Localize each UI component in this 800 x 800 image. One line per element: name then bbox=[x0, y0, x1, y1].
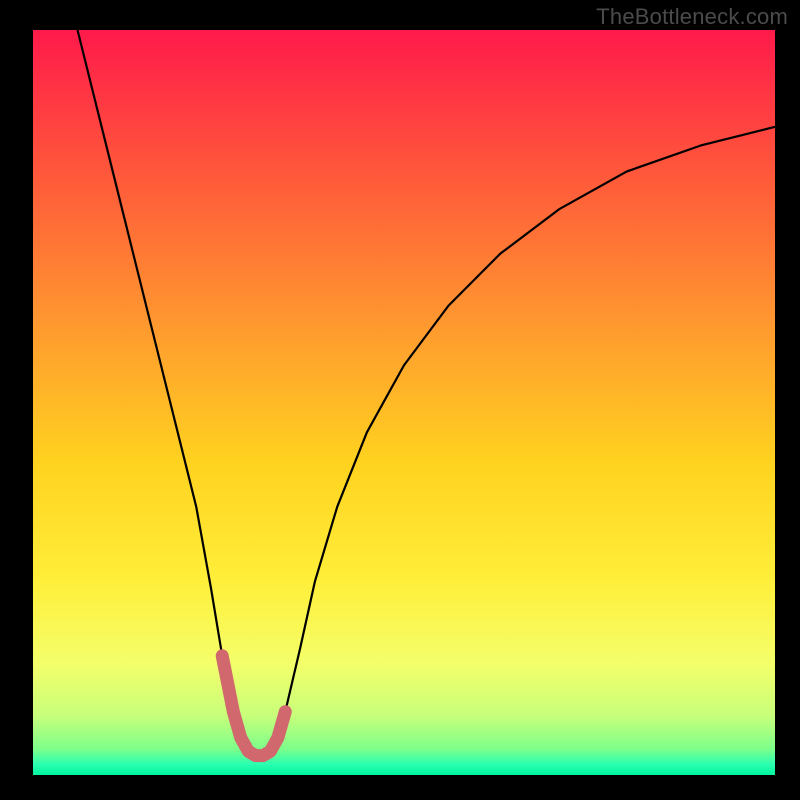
bottleneck-chart bbox=[0, 0, 800, 800]
plot-background bbox=[33, 30, 775, 775]
chart-stage: TheBottleneck.com bbox=[0, 0, 800, 800]
